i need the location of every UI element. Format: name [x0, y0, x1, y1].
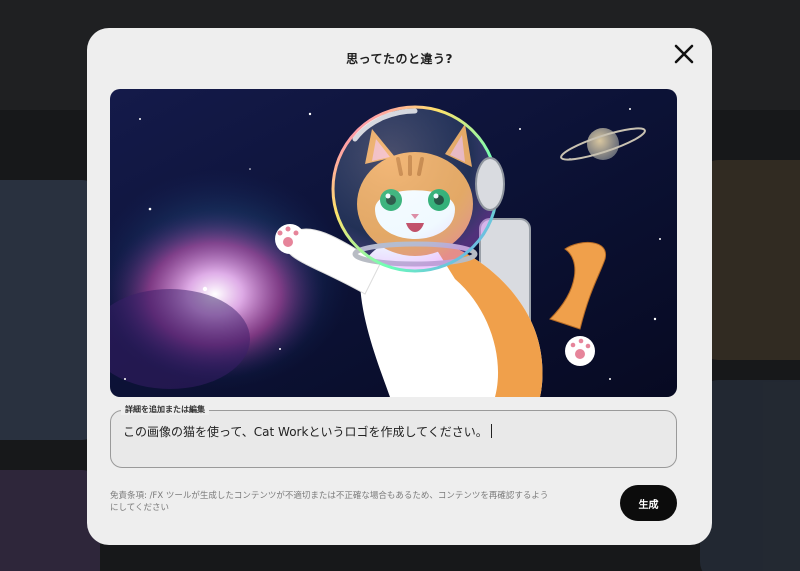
prompt-field[interactable]: 詳細を追加または編集 この画像の猫を使って、Cat Workというロゴを作成して…	[110, 404, 677, 468]
text-caret	[490, 424, 492, 438]
prompt-label: 詳細を追加または編集	[121, 404, 209, 415]
close-icon[interactable]	[670, 40, 698, 68]
generated-image	[110, 89, 677, 397]
prompt-value: この画像の猫を使って、Cat Workというロゴを作成してください。	[123, 425, 488, 439]
disclaimer-text: 免責条項: /FX ツールが生成したコンテンツが不適切または不正確な場合もあるた…	[110, 491, 549, 513]
prompt-input[interactable]: この画像の猫を使って、Cat Workというロゴを作成してください。	[123, 423, 664, 440]
feedback-dialog: 思ってたのと違う? 詳細を追加または編集 この画像の猫を使って、Cat Work…	[87, 28, 712, 545]
dialog-title: 思ってたのと違う?	[346, 52, 453, 66]
generate-button[interactable]: 生成	[620, 485, 677, 521]
